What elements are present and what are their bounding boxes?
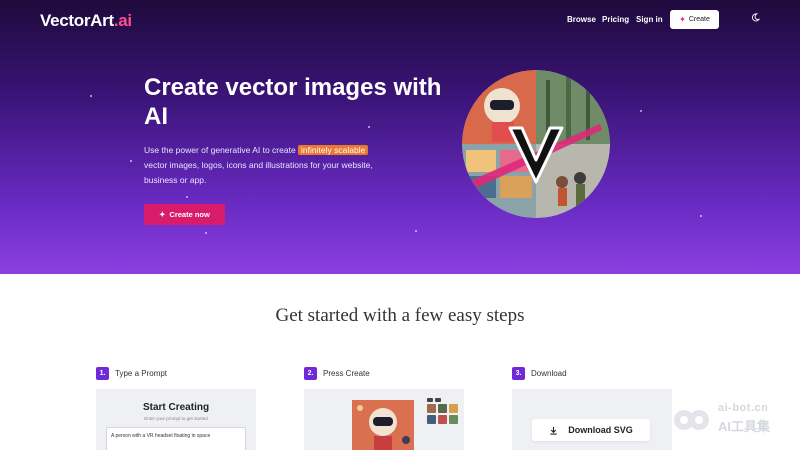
hero-collage-image (462, 70, 610, 218)
create-now-button[interactable]: ✦ Create now (144, 204, 225, 225)
watermark-name: AI工具集 (718, 419, 771, 434)
sparkle-icon: ✦ (159, 210, 166, 219)
variations-grid (427, 398, 458, 424)
step-2-label: Press Create (323, 369, 370, 378)
variation-thumbnail[interactable] (427, 415, 436, 424)
create-button-label: Create (688, 16, 710, 23)
prompt-input[interactable]: A person with a VR headset floating in s… (106, 427, 246, 450)
start-creating-title: Start Creating (142, 402, 210, 413)
prompt-panel: Start Creating Enter your prompt to get … (96, 389, 256, 450)
desc-part-2: vector images, logos, icons and illustra… (144, 160, 373, 185)
desc-highlight: infinitely scalable (298, 145, 369, 155)
variation-thumbnail[interactable] (449, 404, 458, 413)
download-panel: Download SVG (512, 389, 672, 450)
create-button[interactable]: ✦ Create (670, 10, 719, 29)
hero-title: Create vector images with AI (144, 74, 442, 130)
nav-pricing[interactable]: Pricing (602, 15, 629, 24)
download-svg-button[interactable]: Download SVG (532, 419, 650, 441)
watermark-logo-icon (674, 410, 709, 430)
variation-thumbnail[interactable] (438, 415, 447, 424)
step-1-heading: 1. Type a Prompt (96, 367, 167, 380)
download-icon (550, 426, 557, 435)
generated-image-preview[interactable] (352, 400, 414, 450)
steps-section-title: Get started with a few easy steps (275, 305, 525, 326)
watermark-domain: ai-bot.cn (718, 402, 769, 414)
step-3-label: Download (531, 369, 567, 378)
hero-description: Use the power of generative AI to create… (144, 143, 384, 188)
nav-browse[interactable]: Browse (567, 15, 596, 24)
variation-thumbnail[interactable] (438, 404, 447, 413)
grid-controls (427, 398, 458, 402)
step-1-number: 1. (96, 367, 109, 380)
desc-part-1: Use the power of generative AI to create (144, 145, 299, 155)
step-3-heading: 3. Download (512, 367, 567, 380)
download-svg-label: Download SVG (568, 425, 633, 435)
logo[interactable]: VectorArt.ai (40, 11, 132, 31)
step-1-label: Type a Prompt (115, 369, 168, 378)
variation-thumbnail[interactable] (427, 404, 436, 413)
variation-thumbnail[interactable] (449, 415, 458, 424)
watermark: ai-bot.cn AI工具集 (672, 402, 800, 442)
nav-sign-in[interactable]: Sign in (636, 15, 663, 24)
logo-suffix: .ai (113, 11, 132, 30)
moon-icon[interactable] (751, 13, 760, 22)
step-2-number: 2. (304, 367, 317, 380)
start-creating-subtitle: Enter your prompt to get started (144, 416, 208, 421)
create-now-label: Create now (169, 210, 210, 219)
step-2-heading: 2. Press Create (304, 367, 370, 380)
step-3-number: 3. (512, 367, 525, 380)
hero-section: VectorArt.ai Browse Pricing Sign in ✦ Cr… (0, 0, 800, 274)
create-panel (304, 389, 464, 450)
logo-text: VectorArt (40, 11, 114, 30)
sparkle-icon: ✦ (679, 15, 686, 24)
